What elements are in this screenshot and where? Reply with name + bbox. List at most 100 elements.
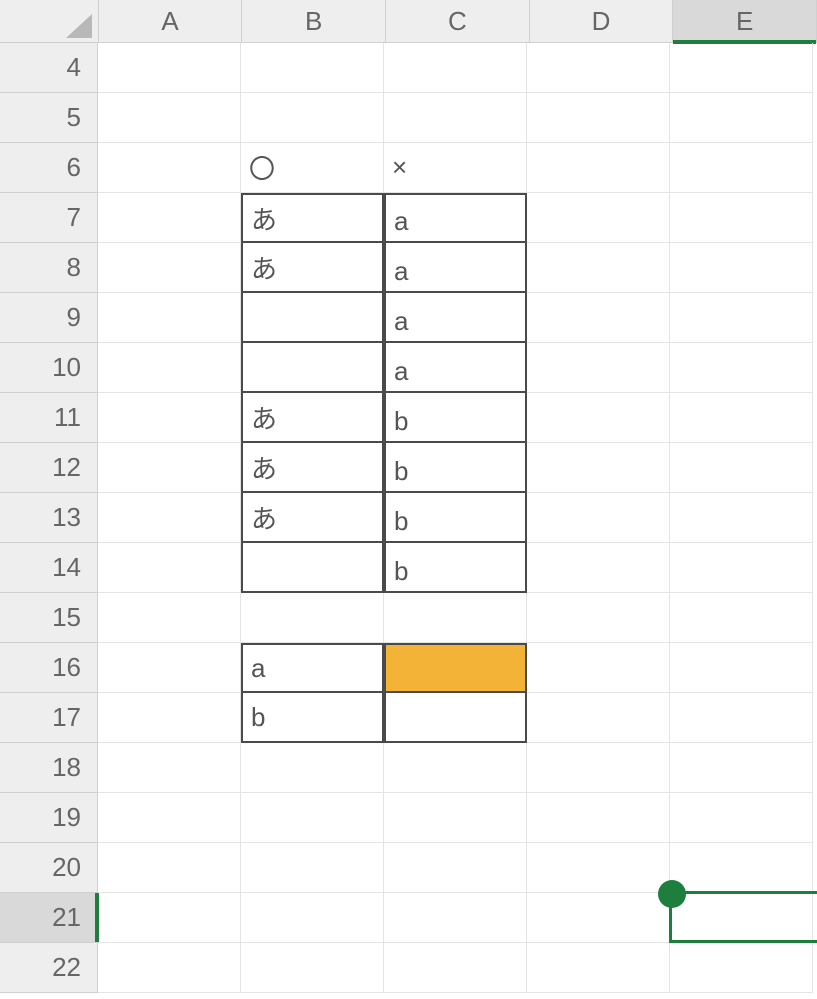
cell-A8[interactable]: [98, 243, 241, 293]
column-header-D[interactable]: D: [530, 0, 674, 42]
cell-B19[interactable]: [241, 793, 384, 843]
cell-C20[interactable]: [384, 843, 527, 893]
cell-A14[interactable]: [98, 543, 241, 593]
spreadsheet-grid[interactable]: ABCDE 456〇×7あa8あa9a10a11あb12あb13あb14b151…: [0, 0, 817, 999]
cell-C21[interactable]: [384, 893, 527, 943]
cell-A6[interactable]: [98, 143, 241, 193]
cell-E4[interactable]: [670, 43, 813, 93]
column-header-C[interactable]: C: [386, 0, 530, 42]
cell-B12[interactable]: あ: [241, 443, 384, 493]
row-header-7[interactable]: 7: [0, 193, 98, 243]
row-header-13[interactable]: 13: [0, 493, 98, 543]
cell-C18[interactable]: [384, 743, 527, 793]
cell-E20[interactable]: [670, 843, 813, 893]
cell-E21[interactable]: [670, 893, 813, 943]
cell-C19[interactable]: [384, 793, 527, 843]
cell-A18[interactable]: [98, 743, 241, 793]
cell-D11[interactable]: [527, 393, 670, 443]
cell-E8[interactable]: [670, 243, 813, 293]
cell-A5[interactable]: [98, 93, 241, 143]
column-header-E[interactable]: E: [673, 0, 817, 42]
cell-C12[interactable]: b: [384, 443, 527, 493]
row-header-17[interactable]: 17: [0, 693, 98, 743]
cell-A16[interactable]: [98, 643, 241, 693]
cell-C22[interactable]: [384, 943, 527, 993]
cell-D9[interactable]: [527, 293, 670, 343]
cell-B22[interactable]: [241, 943, 384, 993]
cell-D17[interactable]: [527, 693, 670, 743]
cell-C11[interactable]: b: [384, 393, 527, 443]
cell-C15[interactable]: [384, 593, 527, 643]
column-header-B[interactable]: B: [242, 0, 386, 42]
row-header-21[interactable]: 21: [0, 893, 98, 943]
row-header-18[interactable]: 18: [0, 743, 98, 793]
cell-D16[interactable]: [527, 643, 670, 693]
cell-C17[interactable]: [384, 693, 527, 743]
cell-E10[interactable]: [670, 343, 813, 393]
cell-D20[interactable]: [527, 843, 670, 893]
select-all-corner[interactable]: [0, 0, 99, 42]
cell-D18[interactable]: [527, 743, 670, 793]
cell-D14[interactable]: [527, 543, 670, 593]
row-header-15[interactable]: 15: [0, 593, 98, 643]
cell-B20[interactable]: [241, 843, 384, 893]
cell-B18[interactable]: [241, 743, 384, 793]
cell-A21[interactable]: [98, 893, 241, 943]
cell-B4[interactable]: [241, 43, 384, 93]
row-header-22[interactable]: 22: [0, 943, 98, 993]
cell-E11[interactable]: [670, 393, 813, 443]
cell-D4[interactable]: [527, 43, 670, 93]
cell-E7[interactable]: [670, 193, 813, 243]
cell-B13[interactable]: あ: [241, 493, 384, 543]
row-header-10[interactable]: 10: [0, 343, 98, 393]
cell-E19[interactable]: [670, 793, 813, 843]
cell-E6[interactable]: [670, 143, 813, 193]
cell-A22[interactable]: [98, 943, 241, 993]
cell-A10[interactable]: [98, 343, 241, 393]
cell-C7[interactable]: a: [384, 193, 527, 243]
cell-B6[interactable]: 〇: [241, 143, 384, 193]
column-header-A[interactable]: A: [99, 0, 243, 42]
cell-A12[interactable]: [98, 443, 241, 493]
row-header-16[interactable]: 16: [0, 643, 98, 693]
cell-C9[interactable]: a: [384, 293, 527, 343]
cell-E14[interactable]: [670, 543, 813, 593]
row-header-6[interactable]: 6: [0, 143, 98, 193]
row-header-11[interactable]: 11: [0, 393, 98, 443]
cell-D13[interactable]: [527, 493, 670, 543]
cell-B9[interactable]: [241, 293, 384, 343]
cell-D21[interactable]: [527, 893, 670, 943]
row-header-4[interactable]: 4: [0, 43, 98, 93]
row-header-9[interactable]: 9: [0, 293, 98, 343]
cell-D19[interactable]: [527, 793, 670, 843]
cell-E5[interactable]: [670, 93, 813, 143]
cell-D5[interactable]: [527, 93, 670, 143]
cell-E12[interactable]: [670, 443, 813, 493]
cell-E16[interactable]: [670, 643, 813, 693]
cell-E17[interactable]: [670, 693, 813, 743]
cell-B15[interactable]: [241, 593, 384, 643]
cell-A15[interactable]: [98, 593, 241, 643]
cell-B11[interactable]: あ: [241, 393, 384, 443]
cell-E18[interactable]: [670, 743, 813, 793]
cell-B5[interactable]: [241, 93, 384, 143]
cell-B14[interactable]: [241, 543, 384, 593]
cell-E13[interactable]: [670, 493, 813, 543]
cell-B10[interactable]: [241, 343, 384, 393]
row-header-12[interactable]: 12: [0, 443, 98, 493]
cell-C16[interactable]: [384, 643, 527, 693]
cell-C14[interactable]: b: [384, 543, 527, 593]
cell-A13[interactable]: [98, 493, 241, 543]
cell-C13[interactable]: b: [384, 493, 527, 543]
cell-C10[interactable]: a: [384, 343, 527, 393]
cell-D6[interactable]: [527, 143, 670, 193]
cell-D10[interactable]: [527, 343, 670, 393]
cell-A19[interactable]: [98, 793, 241, 843]
cell-C5[interactable]: [384, 93, 527, 143]
cell-B21[interactable]: [241, 893, 384, 943]
cell-C4[interactable]: [384, 43, 527, 93]
cell-D22[interactable]: [527, 943, 670, 993]
cell-A11[interactable]: [98, 393, 241, 443]
cell-D8[interactable]: [527, 243, 670, 293]
cell-A20[interactable]: [98, 843, 241, 893]
